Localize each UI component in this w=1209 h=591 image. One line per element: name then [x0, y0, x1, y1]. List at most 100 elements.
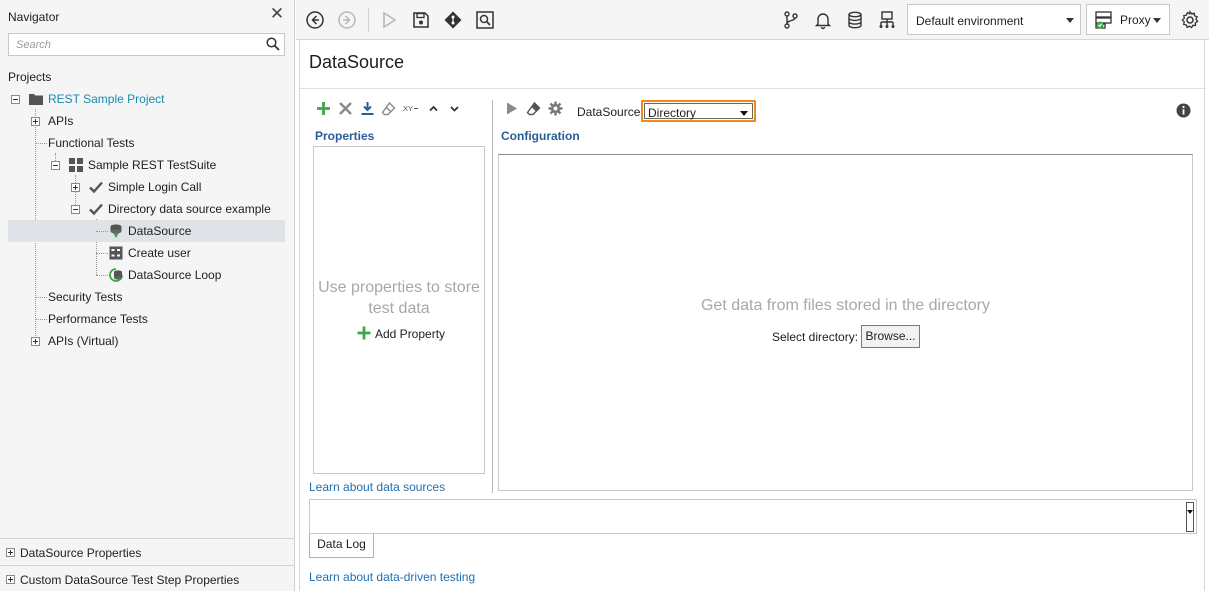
learn-data-sources-link[interactable]: Learn about data sources	[309, 480, 445, 494]
tree-item-directory-example[interactable]: Directory data source example	[8, 198, 285, 220]
eraser-icon	[381, 101, 395, 115]
collapse-toggle[interactable]	[51, 161, 60, 170]
info-icon[interactable]	[1176, 103, 1191, 118]
tree-item-create-user[interactable]: Create user	[8, 242, 285, 264]
tree-item-security-tests[interactable]: Security Tests	[8, 286, 285, 308]
tree-item-functional-tests[interactable]: Functional Tests	[8, 132, 285, 154]
forward-button[interactable]	[336, 9, 358, 31]
settings-button[interactable]	[1179, 9, 1201, 31]
chevron-up-icon	[428, 105, 438, 111]
panel-custom-step-properties[interactable]: Custom DataSource Test Step Properties	[0, 565, 295, 591]
datasource-type-select[interactable]: Directory	[641, 100, 756, 122]
play-icon	[506, 102, 517, 114]
search-input[interactable]	[9, 34, 259, 55]
git-diamond-button[interactable]	[442, 9, 464, 31]
panel-splitter[interactable]	[492, 100, 493, 493]
run-datasource-button[interactable]	[503, 100, 519, 116]
tree-connector	[36, 143, 47, 144]
tree-item-apis[interactable]: APIs	[8, 110, 285, 132]
clear-config-button[interactable]	[525, 100, 541, 116]
tree-item-apis-virtual[interactable]: APIs (Virtual)	[8, 330, 285, 352]
search-icon[interactable]	[266, 37, 280, 51]
page-title: DataSource	[309, 52, 405, 72]
save-button[interactable]	[410, 9, 432, 31]
play-icon	[383, 11, 397, 29]
tree-item-performance-tests[interactable]: Performance Tests	[8, 308, 285, 330]
back-arrow-icon	[306, 11, 324, 29]
gear-icon	[1181, 10, 1199, 29]
notifications-button[interactable]	[812, 9, 834, 31]
configuration-heading: Configuration	[501, 129, 580, 143]
tree-item-testsuite[interactable]: Sample REST TestSuite	[8, 154, 285, 176]
properties-list: Use properties to store test data Add Pr…	[313, 146, 485, 474]
tree-label: Simple Login Call	[108, 180, 202, 194]
learn-data-driven-link[interactable]: Learn about data-driven testing	[309, 570, 475, 584]
tree-label: DataSource Loop	[128, 268, 222, 282]
tree-label: DataSource	[128, 224, 192, 238]
tree-label: APIs	[48, 114, 74, 128]
tree-label: REST Sample Project	[48, 92, 165, 106]
tree-item-project[interactable]: REST Sample Project	[8, 88, 285, 110]
eraser-icon	[526, 101, 540, 115]
back-button[interactable]	[304, 9, 326, 31]
app-window: Navigator ✕ Projects REST Sample Project	[0, 0, 1209, 591]
panel-datasource-properties[interactable]: DataSource Properties	[0, 538, 295, 565]
remove-property-button[interactable]	[337, 100, 353, 116]
environment-select[interactable]: Default environment	[907, 4, 1081, 35]
browse-button[interactable]: Browse...	[861, 325, 920, 348]
checkmark-icon	[89, 203, 103, 216]
data-log-area	[309, 499, 1197, 534]
tree-connector	[36, 297, 47, 298]
projects-label: Projects	[8, 70, 52, 84]
select-inner: Directory	[644, 103, 753, 120]
delete-x-icon	[338, 101, 352, 115]
plus-icon	[316, 101, 330, 115]
expand-toggle[interactable]	[31, 337, 40, 346]
clear-properties-button[interactable]	[380, 100, 396, 116]
select-directory-label: Select directory:	[772, 330, 859, 344]
proxy-server-icon	[1095, 11, 1112, 29]
datasource-options-button[interactable]	[547, 100, 563, 116]
branch-button[interactable]	[780, 9, 802, 31]
proxy-button[interactable]: Proxy	[1086, 4, 1170, 35]
move-down-button[interactable]	[446, 100, 462, 116]
tree-item-simple-login-call[interactable]: Simple Login Call	[8, 176, 285, 198]
tree-item-datasource-loop[interactable]: DataSource Loop	[8, 264, 285, 286]
panel-label: DataSource Properties	[20, 546, 142, 560]
expand-toggle[interactable]	[6, 575, 15, 584]
tree-item-datasource[interactable]: DataSource	[8, 220, 285, 242]
navigator-search	[8, 33, 285, 56]
testsuite-grid-icon	[69, 158, 83, 172]
search-inspect-button[interactable]	[474, 9, 496, 31]
diamond-icon	[444, 11, 462, 29]
xy-button[interactable]: XY	[402, 100, 420, 116]
add-property-label: Add Property	[375, 327, 446, 341]
close-icon[interactable]: ✕	[269, 5, 285, 22]
datasource-loop-icon	[109, 268, 123, 282]
run-button[interactable]	[378, 9, 400, 31]
log-scrollbar[interactable]	[1186, 502, 1194, 532]
datasource-type-value: Directory	[648, 106, 697, 120]
move-up-button[interactable]	[425, 100, 441, 116]
collapse-toggle[interactable]	[71, 205, 80, 214]
database-button[interactable]	[844, 9, 866, 31]
save-icon	[413, 12, 429, 28]
collapse-toggle[interactable]	[11, 95, 20, 104]
plus-icon	[357, 326, 371, 340]
tree-label: Functional Tests	[48, 136, 135, 150]
tree-connector	[96, 275, 108, 276]
expand-toggle[interactable]	[31, 117, 40, 126]
tree-label: Create user	[128, 246, 191, 260]
expand-toggle[interactable]	[6, 548, 15, 557]
tree-label: Directory data source example	[108, 202, 271, 216]
gear-icon	[548, 101, 562, 115]
import-properties-button[interactable]	[359, 100, 375, 116]
tree-label: Security Tests	[48, 290, 123, 304]
network-button[interactable]	[876, 9, 898, 31]
expand-toggle[interactable]	[71, 183, 80, 192]
tab-data-log[interactable]: Data Log	[309, 534, 374, 558]
forward-arrow-icon	[338, 11, 356, 29]
main-toolbar: Default environment Proxy	[296, 0, 1209, 40]
add-property-button[interactable]	[315, 100, 331, 116]
tree-connector	[36, 319, 47, 320]
